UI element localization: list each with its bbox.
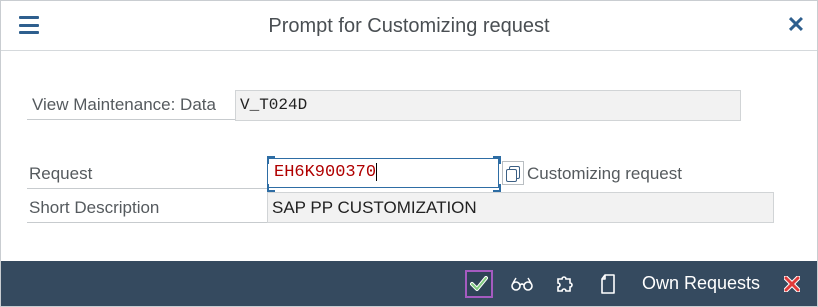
view-maintenance-field: V_T024D [235, 90, 741, 121]
close-icon[interactable]: ✕ [784, 13, 808, 37]
short-description-field: SAP PP CUSTOMIZATION [267, 192, 774, 223]
request-type-text: Customizing request [527, 164, 682, 183]
request-input[interactable]: EH6K900370 [267, 158, 499, 188]
document-icon[interactable] [598, 261, 618, 306]
own-requests-button[interactable]: Own Requests [641, 261, 761, 306]
request-value: EH6K900370 [274, 163, 377, 182]
customizing-request-dialog: Prompt for Customizing request ✕ View Ma… [0, 0, 818, 307]
dialog-titlebar: Prompt for Customizing request ✕ [1, 1, 817, 51]
dialog-title: Prompt for Customizing request [268, 15, 550, 37]
checkmark-icon[interactable] [465, 270, 493, 298]
view-maintenance-label: View Maintenance: Data [27, 95, 238, 120]
glasses-icon[interactable] [509, 261, 535, 306]
cancel-x-icon[interactable] [781, 261, 803, 306]
request-label: Request [27, 164, 267, 189]
puzzle-icon[interactable] [553, 261, 577, 306]
short-description-label: Short Description [27, 198, 267, 223]
copy-icon[interactable] [502, 161, 524, 185]
